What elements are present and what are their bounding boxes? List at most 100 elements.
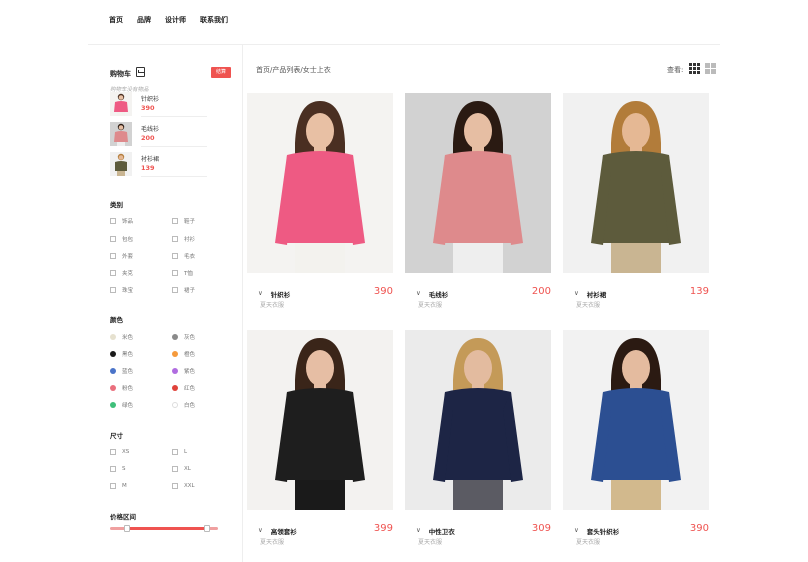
nav-home[interactable]: 首页 <box>109 15 123 25</box>
checkbox[interactable] <box>110 466 116 472</box>
checkbox[interactable] <box>110 287 116 293</box>
color-option-label: 米色 <box>122 335 134 341</box>
color-swatch <box>172 402 178 408</box>
color-option[interactable]: 黑色 <box>110 350 133 358</box>
color-option[interactable]: 紫色 <box>172 367 195 375</box>
top-nav: 首页 品牌 设计师 联系我们 <box>109 15 228 25</box>
chevron-down-icon[interactable]: ∨ <box>574 526 579 536</box>
price-min-handle[interactable] <box>124 525 130 532</box>
size-option[interactable]: L <box>172 449 187 455</box>
checkbox[interactable] <box>110 483 116 489</box>
checkbox[interactable] <box>172 483 178 489</box>
product-image[interactable] <box>405 93 551 273</box>
product-image[interactable] <box>563 330 709 510</box>
color-option[interactable]: 橙色 <box>172 350 195 358</box>
cart-item-divider <box>141 146 207 147</box>
product-name-row[interactable]: ∨ 高领套衫 <box>258 526 297 536</box>
nav-designer[interactable]: 设计师 <box>165 15 186 25</box>
product-image[interactable] <box>247 330 393 510</box>
checkbox[interactable] <box>172 218 178 224</box>
shopping-bag-icon[interactable] <box>136 67 145 77</box>
price-max-handle[interactable] <box>204 525 210 532</box>
category-option-label: 衬衫 <box>184 237 196 243</box>
product-name-row[interactable]: ∨ 套头针织衫 <box>574 526 619 536</box>
checkbox[interactable] <box>172 236 178 242</box>
nav-brand[interactable]: 品牌 <box>137 15 151 25</box>
cart-item-name: 针织衫 <box>141 96 160 103</box>
grid-view-icon[interactable] <box>689 63 700 74</box>
product-name-row[interactable]: ∨ 针织衫 <box>258 289 290 299</box>
nav-contact[interactable]: 联系我们 <box>200 15 228 25</box>
product-name-row[interactable]: ∨ 毛线衫 <box>416 289 448 299</box>
chevron-down-icon[interactable]: ∨ <box>574 289 579 299</box>
color-option[interactable]: 蓝色 <box>110 367 133 375</box>
product-name: 套头针织衫 <box>586 528 620 536</box>
size-option-label: XXL <box>184 483 195 489</box>
category-option[interactable]: 珠宝 <box>110 286 133 294</box>
product-name: 毛线衫 <box>428 291 449 299</box>
checkbox[interactable] <box>172 270 178 276</box>
color-option[interactable]: 米色 <box>110 333 133 341</box>
product-subtitle: 夏天衣服 <box>576 302 601 309</box>
chevron-down-icon[interactable]: ∨ <box>258 289 263 299</box>
size-option-label: L <box>184 449 188 455</box>
nav-divider <box>88 44 720 45</box>
price-range-fill <box>127 527 207 530</box>
cart-item[interactable]: 衬衫裙 139 <box>108 152 208 177</box>
category-option-label: 珠宝 <box>122 288 134 294</box>
size-option[interactable]: XS <box>110 449 129 455</box>
size-option[interactable]: M <box>110 483 127 489</box>
sidebar-divider <box>242 45 243 562</box>
category-option[interactable]: 裙子 <box>172 286 195 294</box>
product-price: 399 <box>373 523 393 534</box>
product-name-row[interactable]: ∨ 衬衫裙 <box>574 289 606 299</box>
category-option[interactable]: 毛衣 <box>172 252 195 260</box>
price-range-slider[interactable] <box>110 525 218 532</box>
category-option-label: 夹克 <box>122 271 134 277</box>
size-option[interactable]: XL <box>172 466 191 472</box>
color-option-label: 粉色 <box>122 386 134 392</box>
color-option[interactable]: 红色 <box>172 384 195 392</box>
checkbox[interactable] <box>110 236 116 242</box>
color-option[interactable]: 白色 <box>172 401 195 409</box>
color-swatch <box>172 368 178 374</box>
checkbox[interactable] <box>172 449 178 455</box>
chevron-down-icon[interactable]: ∨ <box>416 526 421 536</box>
size-option[interactable]: S <box>110 466 126 472</box>
size-option[interactable]: XXL <box>172 483 195 489</box>
category-option[interactable]: 夹克 <box>110 269 133 277</box>
product-image[interactable] <box>247 93 393 273</box>
product-subtitle: 夏天衣服 <box>260 539 285 546</box>
checkbox[interactable] <box>110 270 116 276</box>
color-swatch <box>110 402 116 408</box>
category-option[interactable]: 鞋子 <box>172 217 195 225</box>
cart-item[interactable]: 针织衫 390 <box>108 92 208 117</box>
view-label: 查看: <box>667 66 684 74</box>
category-option[interactable]: 外套 <box>110 252 133 260</box>
checkbox[interactable] <box>172 253 178 259</box>
category-option[interactable]: 饰品 <box>110 217 133 225</box>
color-option[interactable]: 粉色 <box>110 384 133 392</box>
product-image[interactable] <box>563 93 709 273</box>
checkout-button[interactable]: 结算 <box>211 67 231 78</box>
color-option[interactable]: 绿色 <box>110 401 133 409</box>
cart-item[interactable]: 毛线衫 200 <box>108 122 208 147</box>
product-price: 200 <box>531 286 551 297</box>
category-option[interactable]: 包包 <box>110 235 133 243</box>
checkbox[interactable] <box>110 449 116 455</box>
breadcrumb: 首页/产品列表/女士上衣 <box>256 66 331 74</box>
product-name-row[interactable]: ∨ 中性卫衣 <box>416 526 455 536</box>
large-grid-view-icon[interactable] <box>705 63 716 74</box>
checkbox[interactable] <box>172 287 178 293</box>
checkbox[interactable] <box>172 466 178 472</box>
chevron-down-icon[interactable]: ∨ <box>258 526 263 536</box>
category-option[interactable]: T恤 <box>172 269 193 277</box>
checkbox[interactable] <box>110 253 116 259</box>
product-image[interactable] <box>405 330 551 510</box>
category-option[interactable]: 衬衫 <box>172 235 195 243</box>
color-option[interactable]: 灰色 <box>172 333 195 341</box>
product-subtitle: 夏天衣服 <box>260 302 285 309</box>
category-option-label: 外套 <box>122 254 134 260</box>
chevron-down-icon[interactable]: ∨ <box>416 289 421 299</box>
checkbox[interactable] <box>110 218 116 224</box>
